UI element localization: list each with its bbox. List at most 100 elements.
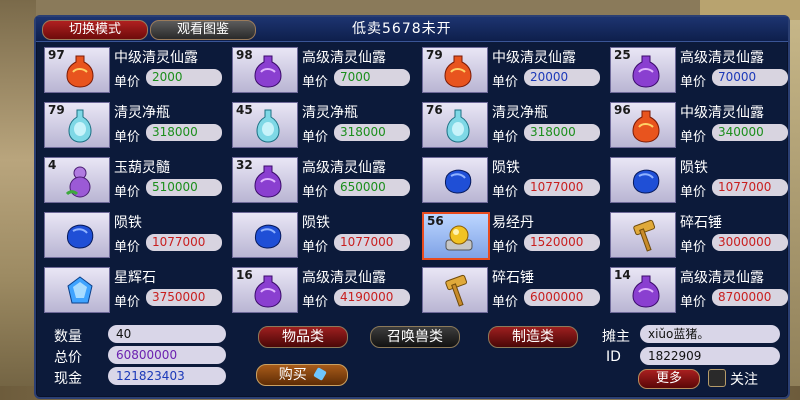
total-price-label: 总价 (54, 350, 82, 366)
unit-price-field: 1520000 (524, 234, 600, 251)
item-icon-box[interactable] (610, 212, 676, 258)
item-quantity: 79 (48, 103, 65, 117)
item-slot[interactable]: 76 清灵净瓶 单价 318000 (416, 96, 604, 148)
item-quantity: 32 (236, 158, 253, 172)
meteor-iron-icon (443, 164, 473, 198)
tab-items[interactable]: 物品类 (258, 326, 348, 348)
item-slot[interactable]: 碎石锤 单价 6000000 (416, 261, 604, 313)
item-slot[interactable]: 陨铁 单价 1077000 (604, 151, 792, 203)
unit-price-label: 单价 (680, 130, 707, 145)
cash-field: 121823403 (108, 367, 226, 385)
item-slot[interactable]: 25 高级清灵仙露 单价 70000 (604, 41, 792, 93)
item-name: 清灵净瓶 (492, 105, 548, 121)
red-potion-icon (65, 54, 95, 88)
follow-checkbox[interactable] (708, 369, 726, 387)
buy-button-label: 购买 (278, 367, 307, 383)
switch-mode-button[interactable]: 切换模式 (42, 20, 148, 40)
owner-field: xiǔo蓝猪。 (640, 325, 780, 343)
title-bar: 切换模式 观看图鉴 低卖5678未开 (36, 17, 788, 42)
tab-summon-beasts[interactable]: 召唤兽类 (370, 326, 460, 348)
buy-button[interactable]: 购买 (256, 364, 348, 386)
item-slot[interactable]: 16 高级清灵仙露 单价 4190000 (226, 261, 414, 313)
tab-crafting[interactable]: 制造类 (488, 326, 578, 348)
red-potion-icon (631, 109, 661, 143)
unit-price-field: 1077000 (524, 179, 600, 196)
more-button[interactable]: 更多 (638, 369, 700, 389)
item-icon-box[interactable] (232, 212, 298, 258)
view-guide-button[interactable]: 观看图鉴 (150, 20, 256, 40)
item-slot[interactable]: 56 易经丹 单价 1520000 (416, 206, 604, 260)
item-slot[interactable]: 79 中级清灵仙露 单价 20000 (416, 41, 604, 93)
unit-price-label: 单价 (302, 75, 329, 90)
item-name: 星辉石 (114, 270, 156, 286)
item-slot[interactable]: 陨铁 单价 1077000 (226, 206, 414, 258)
item-icon-box[interactable]: 32 (232, 157, 298, 203)
item-icon-box[interactable]: 16 (232, 267, 298, 313)
item-quantity: 97 (48, 48, 65, 62)
item-icon-box[interactable]: 56 (422, 212, 490, 260)
unit-price-label: 单价 (114, 295, 141, 310)
item-name: 中级清灵仙露 (492, 50, 576, 66)
item-icon-box[interactable] (422, 267, 488, 313)
unit-price-label: 单价 (680, 295, 707, 310)
item-icon-box[interactable]: 96 (610, 102, 676, 148)
unit-price-field: 2000 (146, 69, 222, 86)
unit-price-field: 1077000 (334, 234, 410, 251)
item-icon-box[interactable]: 79 (422, 47, 488, 93)
item-name: 中级清灵仙露 (114, 50, 198, 66)
unit-price-field: 1077000 (146, 234, 222, 251)
item-slot[interactable]: 97 中级清灵仙露 单价 2000 (38, 41, 226, 93)
item-quantity: 16 (236, 268, 253, 282)
purple-potion-icon (253, 164, 283, 198)
item-icon-box[interactable]: 25 (610, 47, 676, 93)
item-slot[interactable]: 陨铁 单价 1077000 (38, 206, 226, 258)
item-slot[interactable]: 98 高级清灵仙露 单价 7000 (226, 41, 414, 93)
item-name: 陨铁 (492, 160, 520, 176)
purple-potion-icon (631, 54, 661, 88)
item-slot[interactable]: 79 清灵净瓶 单价 318000 (38, 96, 226, 148)
item-quantity: 76 (426, 103, 443, 117)
item-slot[interactable]: 45 清灵净瓶 单价 318000 (226, 96, 414, 148)
purple-potion-icon (631, 274, 661, 308)
buy-cursor-icon (313, 367, 328, 381)
item-icon-box[interactable]: 76 (422, 102, 488, 148)
item-slot[interactable]: 碎石锤 单价 3000000 (604, 206, 792, 258)
unit-price-field: 4190000 (334, 289, 410, 306)
total-price-field: 60800000 (108, 346, 226, 364)
unit-price-field: 7000 (334, 69, 410, 86)
item-icon-box[interactable]: 97 (44, 47, 110, 93)
cyan-vase-icon (253, 109, 283, 143)
item-slot[interactable]: 星辉石 单价 3750000 (38, 261, 226, 313)
item-name: 陨铁 (114, 215, 142, 231)
item-quantity: 4 (48, 158, 57, 172)
item-name: 陨铁 (302, 215, 330, 231)
item-icon-box[interactable] (610, 157, 676, 203)
item-icon-box[interactable] (44, 267, 110, 313)
quantity-field[interactable]: 40 (108, 325, 226, 343)
item-slot[interactable]: 96 中级清灵仙露 单价 340000 (604, 96, 792, 148)
item-icon-box[interactable] (44, 212, 110, 258)
item-slot[interactable]: 4 玉葫灵髓 单价 510000 (38, 151, 226, 203)
item-icon-box[interactable]: 14 (610, 267, 676, 313)
unit-price-label: 单价 (492, 295, 519, 310)
follow-label: 关注 (730, 372, 758, 388)
item-icon-box[interactable]: 79 (44, 102, 110, 148)
item-slot[interactable]: 32 高级清灵仙露 单价 650000 (226, 151, 414, 203)
unit-price-label: 单价 (492, 185, 519, 200)
unit-price-field: 70000 (712, 69, 788, 86)
item-slot[interactable]: 14 高级清灵仙露 单价 8700000 (604, 261, 792, 313)
item-icon-box[interactable]: 45 (232, 102, 298, 148)
item-quantity: 25 (614, 48, 631, 62)
id-field: 1822909 (640, 347, 780, 365)
unit-price-label: 单价 (492, 240, 519, 255)
unit-price-field: 340000 (712, 124, 788, 141)
hammer-icon (443, 274, 473, 308)
unit-price-field: 1077000 (712, 179, 788, 196)
item-icon-box[interactable]: 98 (232, 47, 298, 93)
blue-gem-icon (65, 274, 95, 308)
item-slot[interactable]: 陨铁单价 1077000 (416, 151, 604, 203)
unit-price-label: 单价 (114, 185, 141, 200)
item-icon-box[interactable] (422, 157, 488, 203)
unit-price-label: 单价 (302, 130, 329, 145)
item-icon-box[interactable]: 4 (44, 157, 110, 203)
